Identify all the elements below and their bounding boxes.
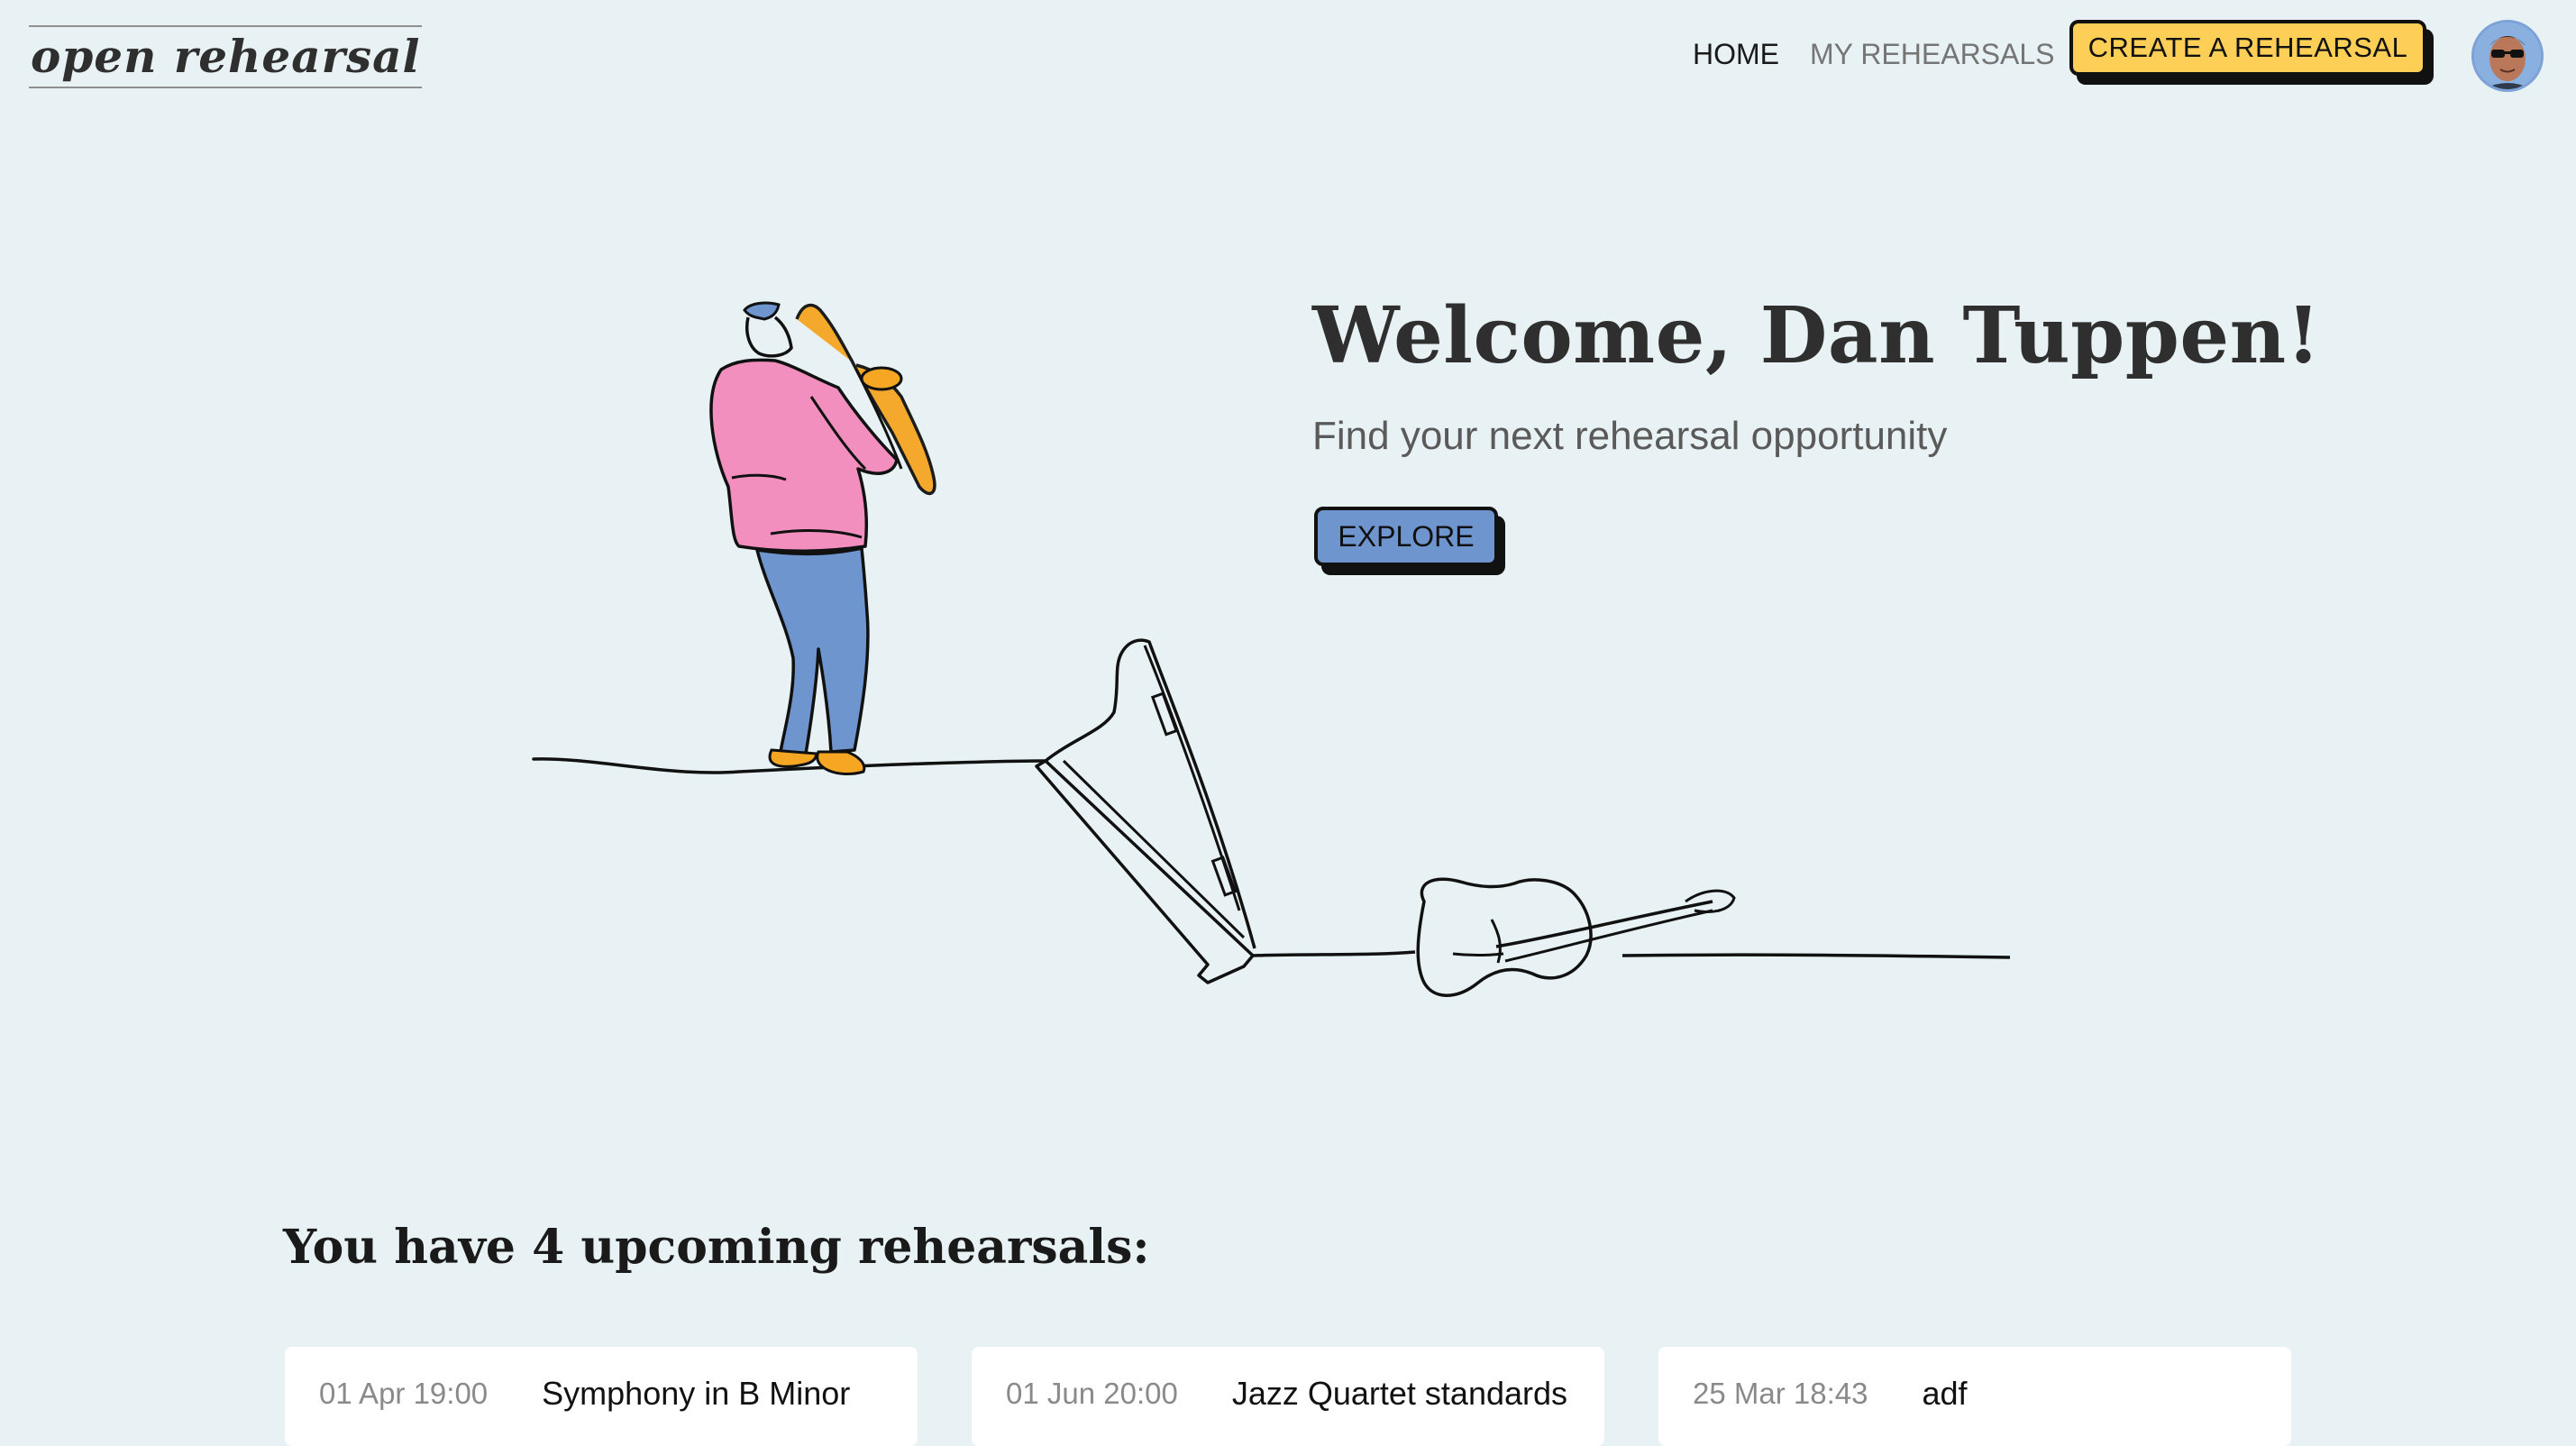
- rehearsal-date: 01 Apr 19:00: [319, 1377, 489, 1410]
- nav-home-link[interactable]: HOME: [1693, 36, 1779, 72]
- rehearsal-card[interactable]: 01 Apr 19:00 Symphony in B Minor: [285, 1347, 918, 1446]
- user-avatar-icon[interactable]: [2471, 20, 2544, 92]
- explore-button-wrap: EXPLORE: [1314, 507, 1505, 575]
- saxophone-player-icon: [709, 301, 936, 776]
- rehearsal-card[interactable]: 01 Jun 20:00 Jazz Quartet standards: [972, 1347, 1604, 1446]
- double-bass-icon: [1416, 877, 1736, 997]
- rehearsal-card[interactable]: 25 Mar 18:43 adf: [1658, 1347, 2291, 1446]
- rehearsal-title: adf: [1922, 1375, 1968, 1412]
- welcome-heading: Welcome, Dan Tuppen!: [1312, 290, 2321, 381]
- harp-icon: [1035, 638, 1256, 984]
- avatar-portrait-icon: [2474, 23, 2541, 89]
- hero-subtitle: Find your next rehearsal opportunity: [1312, 414, 1948, 458]
- main-nav: HOME MY REHEARSALS: [1693, 36, 2055, 72]
- upcoming-rehearsals-heading: You have 4 upcoming rehearsals:: [283, 1220, 1150, 1275]
- logo-text: open rehearsal: [31, 30, 421, 83]
- rehearsal-title: Jazz Quartet standards: [1231, 1375, 1568, 1412]
- explore-button[interactable]: EXPLORE: [1314, 507, 1498, 566]
- ground-line: [532, 757, 2011, 959]
- rehearsal-title: Symphony in B Minor: [542, 1375, 851, 1412]
- rehearsal-date: 25 Mar 18:43: [1693, 1377, 1868, 1410]
- create-rehearsal-button[interactable]: CREATE A REHEARSAL: [2069, 20, 2426, 76]
- upcoming-rehearsals-list: 01 Apr 19:00 Symphony in B Minor 01 Jun …: [285, 1347, 2291, 1446]
- nav-my-rehearsals-link[interactable]: MY REHEARSALS: [1810, 36, 2055, 72]
- logo[interactable]: open rehearsal: [29, 25, 423, 88]
- hero-illustration: [532, 301, 2011, 997]
- rehearsal-date: 01 Jun 20:00: [1006, 1377, 1178, 1410]
- create-rehearsal-button-wrap: CREATE A REHEARSAL: [2069, 20, 2434, 85]
- hero-text-block: Welcome, Dan Tuppen! Find your next rehe…: [1312, 287, 2484, 575]
